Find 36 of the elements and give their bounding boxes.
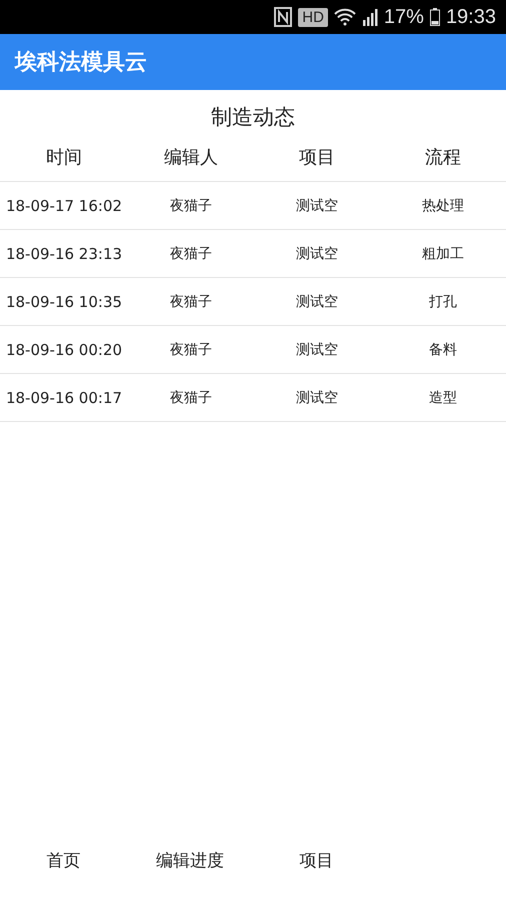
table-cell-text: 测试空 (295, 196, 339, 214)
clock-time: 19:33 (446, 6, 496, 28)
nav-tab[interactable]: 编辑进度 (126, 848, 253, 872)
battery-icon (430, 8, 440, 26)
table-cell-text: 18-09-16 00:20 (4, 340, 124, 358)
table-cell-text: 测试空 (295, 292, 339, 310)
table-cell-text: 夜猫子 (169, 388, 213, 406)
table-cell-text: 测试空 (295, 340, 339, 358)
app-title: 埃科法模具云 (15, 49, 147, 77)
signal-icon (362, 8, 378, 26)
table-cell-text: 测试空 (295, 244, 339, 262)
table-cell-text: 夜猫子 (169, 244, 213, 262)
hd-indicator: HD (298, 8, 328, 26)
table-cell-text: 夜猫子 (169, 340, 213, 358)
nfc-icon (274, 7, 292, 27)
table-cell-text: 夜猫子 (169, 196, 213, 214)
nav-tab[interactable]: 首页 (0, 848, 126, 872)
table-cell-text: 夜猫子 (169, 292, 213, 310)
table-cell-text: 18-09-16 10:35 (4, 292, 124, 310)
column-header: 编辑人 (163, 146, 219, 169)
column-header: 项目 (298, 146, 336, 169)
table-cell-text: 18-09-17 16:02 (4, 196, 124, 214)
table-cell-text: 造型 (428, 388, 458, 406)
table-cell-text: 测试空 (295, 388, 339, 406)
table-cell-text: 打孔 (428, 292, 458, 310)
column-header: 时间 (45, 146, 83, 169)
table-cell-text: 粗加工 (421, 244, 465, 262)
nav-tab[interactable]: 项目 (253, 848, 380, 872)
table-cell-text: 热处理 (421, 196, 465, 214)
wifi-icon (334, 8, 356, 26)
table-cell-text: 18-09-16 00:17 (4, 388, 124, 406)
table-cell-text: 18-09-16 23:13 (4, 244, 124, 262)
column-header: 流程 (424, 146, 462, 169)
section-title: 制造动态 (211, 105, 295, 129)
battery-percent: 17% (384, 6, 424, 28)
table-cell-text: 备料 (428, 340, 458, 358)
